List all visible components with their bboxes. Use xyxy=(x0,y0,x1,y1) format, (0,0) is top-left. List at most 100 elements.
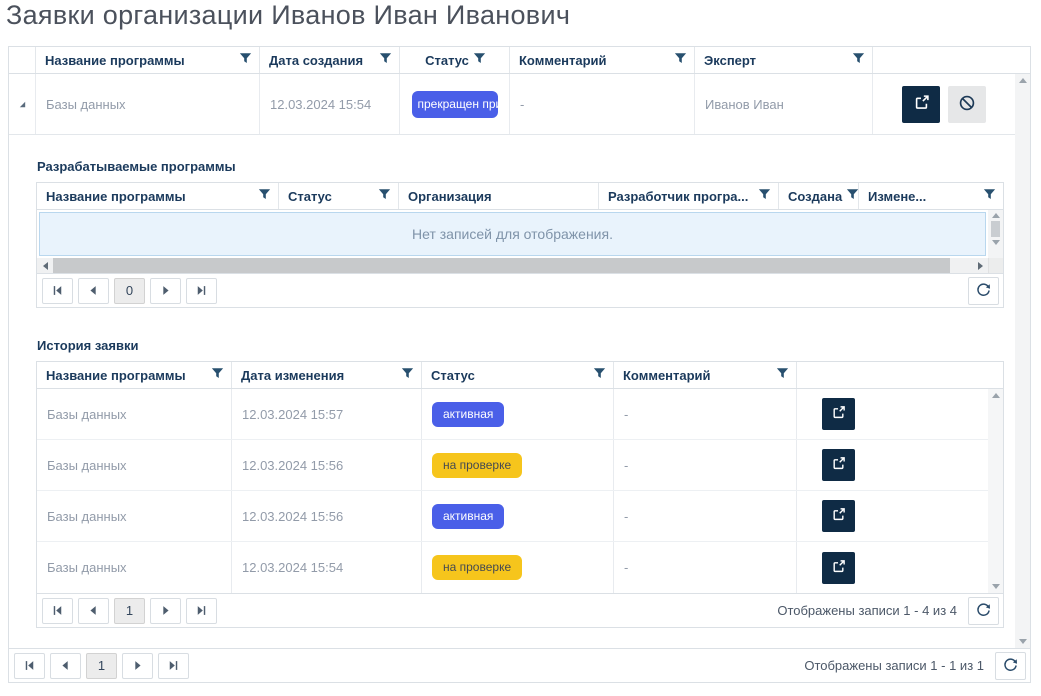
filter-icon[interactable] xyxy=(378,188,391,204)
scroll-up-arrow-icon[interactable] xyxy=(1019,78,1027,83)
filter-icon[interactable] xyxy=(758,188,771,204)
pager-last-button[interactable] xyxy=(186,598,217,624)
page-title: Заявки организации Иванов Иван Иванович xyxy=(6,0,570,31)
filter-icon[interactable] xyxy=(401,367,414,383)
column-header-label: Организация xyxy=(408,189,492,204)
applications-grid-vertical-scrollbar[interactable] xyxy=(1015,74,1030,648)
open-application-button[interactable] xyxy=(902,86,940,123)
history-row: Базы данных 12.03.2024 15:54 на проверке… xyxy=(37,542,988,593)
history-grid-vertical-scrollbar[interactable] xyxy=(988,389,1003,593)
pager-last-button[interactable] xyxy=(186,278,217,304)
column-header-label: Создана xyxy=(788,189,842,204)
programs-grid-pager: 0 xyxy=(37,273,1003,307)
external-link-icon xyxy=(913,94,930,114)
column-header-created[interactable]: Создана xyxy=(779,183,859,209)
refresh-button[interactable] xyxy=(995,652,1026,680)
column-header-organization[interactable]: Организация xyxy=(399,183,599,209)
cell-status: активная xyxy=(422,491,614,541)
external-link-icon xyxy=(831,507,846,525)
column-header-label: Статус xyxy=(425,53,469,68)
filter-icon[interactable] xyxy=(258,188,271,204)
cell-comment: - xyxy=(510,74,695,134)
pager-current-page-button[interactable]: 1 xyxy=(114,598,145,624)
filter-icon[interactable] xyxy=(379,52,392,68)
programs-grid: Название программы Статус Организация Ра… xyxy=(36,182,1004,308)
column-header-comment[interactable]: Комментарий xyxy=(614,362,797,388)
column-header-status[interactable]: Статус xyxy=(400,47,510,73)
external-link-icon xyxy=(831,559,846,577)
cell-modified-date: 12.03.2024 15:56 xyxy=(232,491,422,541)
open-history-entry-button[interactable] xyxy=(822,500,855,532)
open-history-entry-button[interactable] xyxy=(822,398,855,430)
pager-next-button[interactable] xyxy=(150,598,181,624)
pager-prev-button[interactable] xyxy=(78,278,109,304)
scroll-left-arrow-icon[interactable] xyxy=(37,258,53,273)
collapse-row-toggle[interactable] xyxy=(9,74,36,134)
scroll-down-arrow-icon[interactable] xyxy=(1019,639,1027,644)
cell-comment: - xyxy=(614,440,797,490)
filter-icon[interactable] xyxy=(239,52,252,68)
cell-status: активная xyxy=(422,389,614,439)
pager-prev-button[interactable] xyxy=(78,598,109,624)
programs-grid-horizontal-scrollbar[interactable] xyxy=(37,258,1003,273)
cell-program-name: Базы данных xyxy=(37,542,232,593)
scroll-right-arrow-icon[interactable] xyxy=(972,258,988,273)
column-header-expert[interactable]: Эксперт xyxy=(695,47,873,73)
column-header-status[interactable]: Статус xyxy=(279,183,399,209)
cell-actions xyxy=(797,440,988,490)
pager-first-button[interactable] xyxy=(42,278,73,304)
filter-icon[interactable] xyxy=(776,367,789,383)
filter-icon[interactable] xyxy=(983,188,996,204)
column-header-program-name[interactable]: Название программы xyxy=(36,47,260,73)
scroll-up-arrow-icon[interactable] xyxy=(992,393,1000,398)
filter-icon[interactable] xyxy=(674,52,687,68)
filter-icon[interactable] xyxy=(852,52,865,68)
pager-current-page-button[interactable]: 1 xyxy=(86,653,117,679)
column-header-comment[interactable]: Комментарий xyxy=(510,47,695,73)
pager-first-button[interactable] xyxy=(14,653,45,679)
pager-next-button[interactable] xyxy=(150,278,181,304)
scrollbar-corner xyxy=(988,258,1003,273)
column-header-created-date[interactable]: Дата создания xyxy=(260,47,400,73)
history-row: Базы данных 12.03.2024 15:56 на проверке… xyxy=(37,440,988,491)
application-detail-panel: Разрабатываемые программы Название прогр… xyxy=(9,135,1015,648)
column-header-modified-date[interactable]: Дата изменения xyxy=(232,362,422,388)
filter-icon[interactable] xyxy=(211,367,224,383)
column-header-status[interactable]: Статус xyxy=(422,362,614,388)
cell-program-name: Базы данных xyxy=(37,389,232,439)
applications-grid-pager: 1 Отображены записи 1 - 1 из 1 xyxy=(9,648,1030,682)
filter-icon[interactable] xyxy=(593,367,606,383)
filter-icon[interactable] xyxy=(846,188,859,204)
cell-created-date: 12.03.2024 15:54 xyxy=(260,74,400,134)
scrollbar-thumb[interactable] xyxy=(991,221,1000,237)
open-history-entry-button[interactable] xyxy=(822,449,855,481)
column-header-label: Разработчик програ... xyxy=(608,189,748,204)
cell-status: прекращен прием заявок xyxy=(400,74,510,134)
open-history-entry-button[interactable] xyxy=(822,552,855,584)
history-grid: Название программы Дата изменения Статус xyxy=(36,361,1004,628)
programs-grid-vertical-scrollbar[interactable] xyxy=(988,210,1003,258)
scrollbar-thumb[interactable] xyxy=(53,258,950,273)
column-header-developer[interactable]: Разработчик програ... xyxy=(599,183,779,209)
history-grid-pager: 1 Отображены записи 1 - 4 из 4 xyxy=(37,593,1003,627)
no-records-message: Нет записей для отображения. xyxy=(39,212,986,256)
history-grid-header: Название программы Дата изменения Статус xyxy=(37,362,1003,389)
block-application-button[interactable] xyxy=(948,86,986,123)
column-header-label: Комментарий xyxy=(519,53,607,68)
pager-first-button[interactable] xyxy=(42,598,73,624)
cell-program-name: Базы данных xyxy=(37,491,232,541)
pager-current-page-button[interactable]: 0 xyxy=(114,278,145,304)
scroll-up-arrow-icon[interactable] xyxy=(992,213,1000,218)
pager-next-button[interactable] xyxy=(122,653,153,679)
column-header-program-name[interactable]: Название программы xyxy=(37,183,279,209)
pager-prev-button[interactable] xyxy=(50,653,81,679)
scroll-down-arrow-icon[interactable] xyxy=(992,584,1000,589)
column-header-modified[interactable]: Измене... xyxy=(859,183,1003,209)
scroll-down-arrow-icon[interactable] xyxy=(992,240,1000,245)
refresh-button[interactable] xyxy=(968,277,999,305)
status-badge: активная xyxy=(432,402,504,427)
pager-last-button[interactable] xyxy=(158,653,189,679)
column-header-program-name[interactable]: Название программы xyxy=(37,362,232,388)
filter-icon[interactable] xyxy=(473,52,486,68)
refresh-button[interactable] xyxy=(968,597,999,625)
